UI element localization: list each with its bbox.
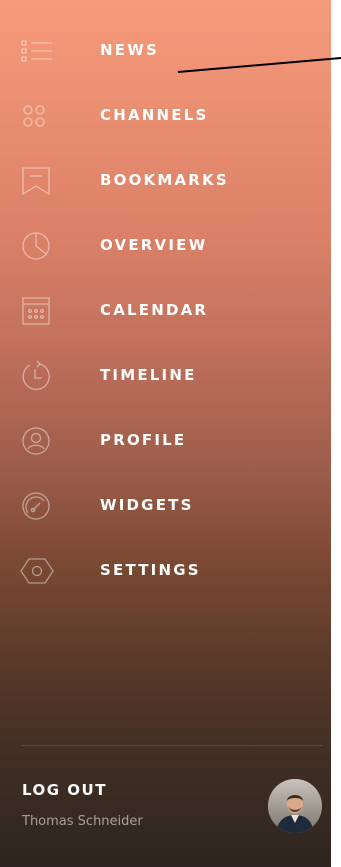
footer-divider [22,745,322,746]
list-icon [20,34,54,68]
grid-dots-icon [20,99,54,133]
user-icon [20,424,54,458]
menu-item-label: SETTINGS [100,561,201,579]
menu-item-profile[interactable]: PROFILE [0,410,331,470]
menu-item-overview[interactable]: OVERVIEW [0,215,331,275]
clock-history-icon [20,359,54,393]
menu-item-label: CALENDAR [100,301,209,319]
menu-item-label: BOOKMARKS [100,171,229,189]
menu-item-label: CHANNELS [100,106,209,124]
pie-chart-icon [20,229,54,263]
hexagon-gear-icon [20,554,54,588]
menu-item-bookmarks[interactable]: BOOKMARKS [0,150,331,210]
gauge-icon [20,489,54,523]
user-name: Thomas Schneider [22,814,143,829]
menu-item-label: NEWS [100,41,159,59]
menu-item-widgets[interactable]: WIDGETS [0,475,331,535]
calendar-icon [20,294,54,328]
menu-item-label: PROFILE [100,431,187,449]
logout-button[interactable]: LOG OUT [22,781,107,799]
avatar[interactable] [268,779,322,833]
menu-item-news[interactable]: NEWS [0,20,331,80]
bookmark-icon [20,164,54,198]
side-menu-panel: NEWS CHANNELS BOOKMARKS OVERVIEW CALENDA… [0,0,331,867]
menu-item-settings[interactable]: SETTINGS [0,540,331,600]
menu-item-timeline[interactable]: TIMELINE [0,345,331,405]
avatar-portrait-icon [268,779,322,833]
menu-item-label: OVERVIEW [100,236,208,254]
menu-item-label: WIDGETS [100,496,194,514]
menu-item-channels[interactable]: CHANNELS [0,85,331,145]
menu-item-label: TIMELINE [100,366,197,384]
menu-item-calendar[interactable]: CALENDAR [0,280,331,340]
